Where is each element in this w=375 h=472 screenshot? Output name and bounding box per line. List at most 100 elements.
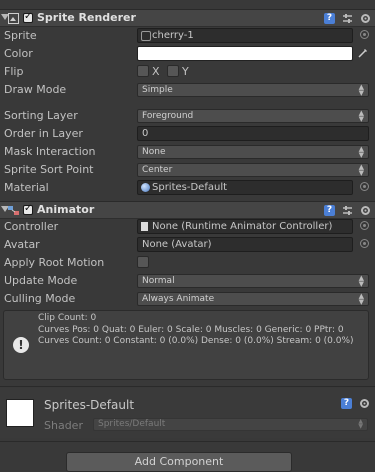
mask-label: Mask Interaction (4, 145, 96, 158)
flip-y-label: Y (182, 65, 189, 78)
avatar-field[interactable]: None (Avatar) (137, 237, 353, 252)
sprite-asset-icon (141, 31, 151, 41)
mask-value: None (142, 147, 166, 157)
culling-label: Culling Mode (4, 292, 76, 305)
root-motion-row: Apply Root Motion (0, 254, 375, 272)
color-swatch[interactable] (137, 46, 353, 61)
dropdown-arrows-icon: ▲ ▼ (358, 274, 364, 288)
avatar-label: Avatar (4, 238, 40, 251)
controller-label: Controller (4, 220, 59, 233)
material-preview (6, 399, 34, 427)
material-field[interactable]: Sprites-Default (137, 180, 353, 195)
update-mode-label: Update Mode (4, 274, 78, 287)
object-picker-icon[interactable] (360, 239, 369, 248)
draw-mode-dropdown[interactable]: Simple ▲ ▼ (137, 83, 369, 97)
culling-dropdown[interactable]: Always Animate ▲ ▼ (137, 292, 369, 306)
flip-x-label: X (152, 65, 160, 78)
document-icon (141, 222, 148, 231)
update-mode-dropdown[interactable]: Normal ▲ ▼ (137, 274, 369, 288)
update-mode-row: Update Mode Normal ▲ ▼ (0, 272, 375, 290)
material-label: Material (4, 181, 49, 194)
material-section: Sprites-Default Shader Sprites/Default ▲… (0, 388, 375, 438)
draw-mode-label: Draw Mode (4, 83, 67, 96)
help-icon[interactable]: ? (341, 398, 352, 409)
sort-point-dropdown[interactable]: Center ▲ ▼ (137, 163, 369, 177)
flip-x-checkbox[interactable] (137, 65, 149, 77)
mask-dropdown[interactable]: None ▲ ▼ (137, 145, 369, 159)
material-name: Sprites-Default (44, 398, 135, 412)
color-row: Color (0, 45, 375, 63)
sprite-value: cherry-1 (152, 30, 194, 41)
help-icon[interactable]: ? (324, 205, 335, 216)
info-line: Curves Pos: 0 Quat: 0 Euler: 0 Scale: 0 … (38, 324, 344, 335)
color-label: Color (4, 47, 33, 60)
animator-info-box: ! Clip Count: 0 Curves Pos: 0 Quat: 0 Eu… (3, 310, 369, 380)
material-value: Sprites-Default (152, 182, 228, 193)
culling-value: Always Animate (142, 294, 215, 304)
sorting-layer-dropdown[interactable]: Foreground ▲ ▼ (137, 109, 369, 123)
object-picker-icon[interactable] (360, 182, 369, 191)
draw-mode-value: Simple (142, 85, 173, 95)
preset-icon[interactable] (342, 13, 353, 24)
material-sphere-icon (141, 183, 150, 192)
dropdown-arrows-icon: ▲ ▼ (358, 292, 364, 306)
dropdown-arrows-icon: ▲ ▼ (358, 163, 364, 177)
sprite-row: Sprite cherry-1 (0, 27, 375, 45)
mask-row: Mask Interaction None ▲ ▼ (0, 143, 375, 161)
sorting-layer-label: Sorting Layer (4, 109, 78, 122)
avatar-row: Avatar None (Avatar) (0, 236, 375, 254)
component-title: Animator (37, 203, 95, 216)
add-component-button[interactable]: Add Component (66, 452, 292, 472)
animator-icon (8, 206, 19, 215)
flip-row: Flip X Y (0, 63, 375, 81)
update-mode-value: Normal (142, 276, 175, 286)
shader-label: Shader (44, 419, 83, 432)
preset-icon[interactable] (342, 205, 353, 216)
controller-value: None (Runtime Animator Controller) (152, 221, 333, 232)
info-line: Clip Count: 0 (38, 313, 97, 323)
sprite-renderer-enabled-checkbox[interactable] (23, 11, 33, 23)
info-text: Clip Count: 0 Curves Pos: 0 Quat: 0 Eule… (38, 313, 368, 348)
sprite-renderer-header[interactable]: Sprite Renderer ? (0, 9, 375, 27)
flip-label: Flip (4, 65, 24, 78)
divider (0, 441, 375, 442)
dropdown-arrows-icon: ▲ ▼ (358, 418, 363, 430)
material-row: Material Sprites-Default (0, 179, 375, 197)
animator-enabled-checkbox[interactable] (23, 203, 33, 215)
sorting-layer-row: Sorting Layer Foreground ▲ ▼ (0, 107, 375, 125)
shader-dropdown[interactable]: Sprites/Default ▲ ▼ (93, 418, 368, 431)
eyedropper-icon[interactable] (357, 47, 369, 59)
controller-field[interactable]: None (Runtime Animator Controller) (137, 219, 353, 234)
order-row: Order in Layer 0 (0, 125, 375, 143)
order-input[interactable]: 0 (137, 126, 369, 141)
sorting-layer-value: Foreground (142, 111, 194, 121)
sort-point-value: Center (142, 165, 173, 175)
sprite-field[interactable]: cherry-1 (137, 28, 353, 43)
flip-y-checkbox[interactable] (167, 65, 179, 77)
animator-header[interactable]: Animator ? (0, 201, 375, 219)
gear-icon[interactable] (359, 398, 370, 409)
controller-row: Controller None (Runtime Animator Contro… (0, 218, 375, 236)
info-line: Curves Count: 0 Constant: 0 (0.0%) Dense… (38, 336, 354, 346)
dropdown-arrows-icon: ▲ ▼ (358, 83, 364, 97)
dropdown-arrows-icon: ▲ ▼ (358, 145, 364, 159)
info-icon: ! (13, 337, 29, 353)
sort-point-row: Sprite Sort Point Center ▲ ▼ (0, 161, 375, 179)
gear-icon[interactable] (360, 205, 371, 216)
culling-row: Culling Mode Always Animate ▲ ▼ (0, 290, 375, 308)
object-picker-icon[interactable] (360, 30, 369, 39)
object-picker-icon[interactable] (360, 221, 369, 230)
draw-mode-row: Draw Mode Simple ▲ ▼ (0, 81, 375, 99)
root-motion-label: Apply Root Motion (4, 256, 105, 269)
help-icon[interactable]: ? (324, 13, 335, 24)
component-title: Sprite Renderer (37, 11, 136, 24)
root-motion-checkbox[interactable] (137, 256, 149, 268)
order-label: Order in Layer (4, 127, 83, 140)
sprite-renderer-icon (8, 13, 19, 24)
gear-icon[interactable] (360, 13, 371, 24)
sprite-label: Sprite (4, 29, 37, 42)
divider (0, 386, 375, 387)
sort-point-label: Sprite Sort Point (4, 163, 94, 176)
dropdown-arrows-icon: ▲ ▼ (358, 109, 364, 123)
shader-value: Sprites/Default (98, 419, 166, 429)
